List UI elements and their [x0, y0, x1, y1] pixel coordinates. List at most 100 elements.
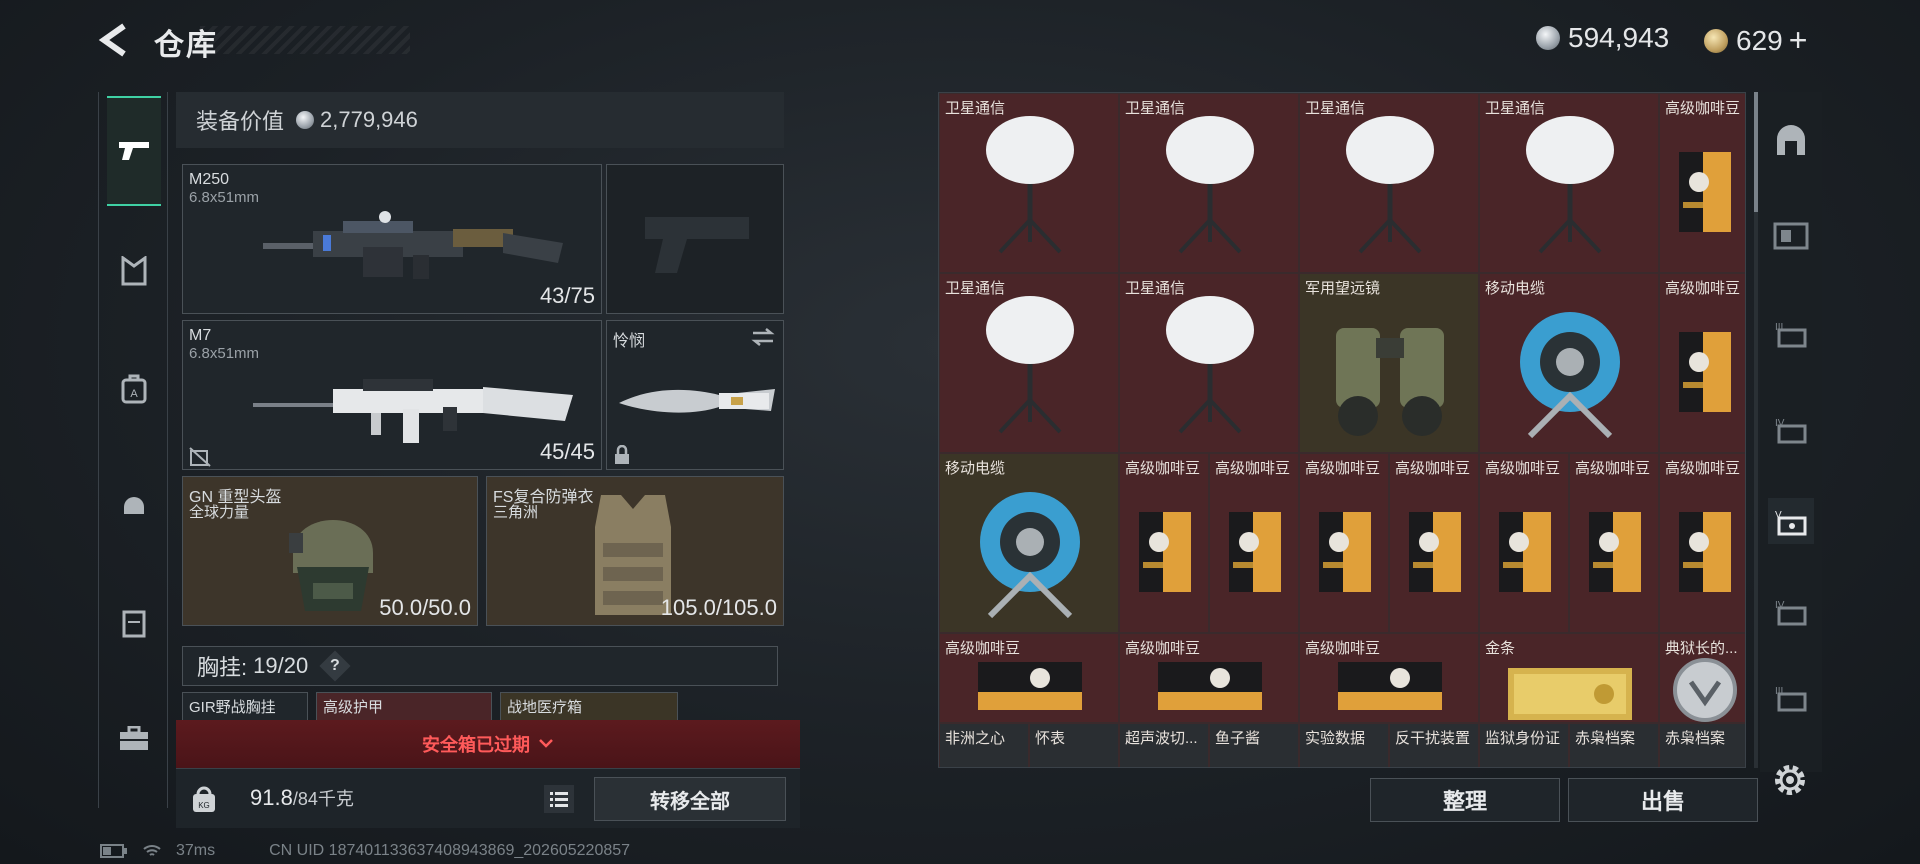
primary-weapon-slot[interactable]: M250 6.8x51mm 43/75	[182, 164, 602, 314]
help-button[interactable]: ?	[319, 650, 351, 682]
inventory-item[interactable]: 高级咖啡豆	[1299, 633, 1479, 723]
current-weight: 91.8	[250, 785, 293, 810]
inventory-item[interactable]: 卫星通信	[1119, 93, 1299, 273]
inventory-item[interactable]: 高级咖啡豆	[1659, 273, 1745, 453]
tab-storage-2[interactable]	[1768, 212, 1814, 258]
melee-slot[interactable]: 怜悯	[606, 320, 784, 470]
sidearm-slot-empty[interactable]	[606, 164, 784, 314]
inventory-item[interactable]: 高级咖啡豆	[1119, 453, 1209, 633]
item-name: 金条	[1485, 640, 1516, 657]
inventory-item[interactable]: 移动电缆	[939, 453, 1119, 633]
tab-storage-5[interactable]: V	[1768, 498, 1814, 544]
transfer-all-button[interactable]: 转移全部	[594, 777, 786, 821]
sell-button[interactable]: 出售	[1568, 778, 1758, 822]
top-bar: 仓库 594,943 629 +	[0, 0, 1920, 80]
nav-weapons[interactable]	[107, 96, 161, 206]
coffee-bag-icon	[1319, 512, 1371, 592]
item-name: 高级咖啡豆	[1215, 460, 1291, 477]
item-name: 移动电缆	[945, 460, 1006, 477]
armor-slot[interactable]: FS复合防弹衣 三角洲 105.0/105.0	[486, 476, 784, 626]
inventory-item[interactable]: 超声波切...	[1119, 723, 1209, 767]
inventory-item[interactable]: 非洲之心	[939, 723, 1029, 767]
inventory-item[interactable]: 高级咖啡豆	[939, 633, 1119, 723]
item-name: 鱼子酱	[1215, 730, 1261, 747]
inventory-item[interactable]: 高级咖啡豆	[1569, 453, 1659, 633]
inventory-item[interactable]: 高级咖啡豆	[1659, 93, 1745, 273]
helmet-slot[interactable]: GN 重型头盔 全球力量 50.0/50.0	[182, 476, 478, 626]
inventory-item[interactable]: 移动电缆	[1479, 273, 1659, 453]
inventory-item[interactable]: 典狱长的...	[1659, 633, 1745, 723]
storage-tabs: III IV V IV III	[1760, 92, 1822, 772]
settings-gear-icon[interactable]	[1770, 760, 1810, 800]
item-name: 高级咖啡豆	[1305, 640, 1381, 657]
inventory-item[interactable]: 高级咖啡豆	[1659, 453, 1745, 633]
sort-button[interactable]: 整理	[1370, 778, 1560, 822]
scroll-thumb[interactable]	[1754, 92, 1758, 212]
backpack-icon: A	[121, 374, 147, 404]
item-name: 高级咖啡豆	[1665, 280, 1741, 297]
inventory-scrollbar[interactable]	[1754, 92, 1758, 768]
inventory-item[interactable]: 卫星通信	[1299, 93, 1479, 273]
item-name: 卫星通信	[945, 100, 1006, 117]
inventory-item[interactable]: 监狱身份证	[1479, 723, 1569, 767]
secondary-weapon-slot[interactable]: M7 6.8x51mm 45/45	[182, 320, 602, 470]
inventory-item[interactable]: 反干扰装置	[1389, 723, 1479, 767]
satellite-dish-icon	[1526, 116, 1614, 254]
nav-case[interactable]	[107, 712, 161, 766]
left-nav: A	[98, 92, 168, 808]
lock-icon	[615, 445, 629, 464]
tab-storage-6[interactable]: IV	[1768, 588, 1814, 634]
inventory-item[interactable]: 高级咖啡豆	[1209, 453, 1299, 633]
inventory-item[interactable]: 高级咖啡豆	[1299, 453, 1389, 633]
nav-backpack[interactable]: A	[107, 362, 161, 416]
nav-helmet[interactable]	[107, 480, 161, 534]
safe-box-expired-banner[interactable]: 安全箱已过期	[176, 720, 800, 768]
inventory-item[interactable]: 赤枭档案	[1569, 723, 1659, 767]
item-name: 高级咖啡豆	[1395, 460, 1471, 477]
helmet-durability: 50.0/50.0	[379, 595, 471, 620]
inventory-item[interactable]: 怀表	[1029, 723, 1119, 767]
tab-storage-main[interactable]	[1768, 118, 1814, 164]
inventory-item[interactable]: 高级咖啡豆	[1479, 453, 1569, 633]
armor-faction: 三角洲	[493, 504, 539, 521]
inventory-item[interactable]: 卫星通信	[939, 273, 1119, 453]
inventory-item[interactable]: 卫星通信	[1119, 273, 1299, 453]
inventory-item[interactable]: 金条	[1479, 633, 1659, 723]
gold-coin-icon	[1704, 28, 1728, 53]
satellite-dish-icon	[1346, 116, 1434, 254]
inventory-item[interactable]: 军用望远镜	[1299, 273, 1479, 453]
wifi-icon	[143, 845, 161, 856]
item-name: 实验数据	[1305, 730, 1366, 747]
tab-storage-4[interactable]: IV	[1768, 406, 1814, 452]
chest-rig-label: 胸挂:	[197, 655, 248, 680]
item-name: 高级咖啡豆	[1665, 100, 1741, 117]
inventory-item[interactable]: 高级咖啡豆	[1389, 453, 1479, 633]
back-arrow-icon[interactable]	[96, 20, 132, 60]
inventory-item[interactable]: 高级咖啡豆	[1119, 633, 1299, 723]
tab-storage-7[interactable]: III	[1768, 674, 1814, 720]
safe-box-text: 安全箱已过期	[422, 735, 530, 755]
satellite-dish-icon	[1166, 296, 1254, 434]
list-view-button[interactable]	[544, 785, 574, 813]
coffee-bag-icon	[1499, 512, 1551, 592]
briefcase-icon	[120, 726, 148, 750]
inventory-item[interactable]: 卫星通信	[1479, 93, 1659, 273]
weight-icon[interactable]: KG	[190, 784, 218, 814]
inventory-item[interactable]: 赤枭档案	[1659, 723, 1745, 767]
nav-chest-rig[interactable]	[107, 244, 161, 298]
weapon-ammo: 45/45	[539, 439, 595, 464]
storage-v-icon: V	[1775, 510, 1807, 536]
inventory-item[interactable]: 卫星通信	[939, 93, 1119, 273]
satellite-dish-icon	[1166, 116, 1254, 254]
swap-icon[interactable]	[751, 327, 775, 347]
add-currency-button[interactable]: +	[1789, 22, 1808, 59]
item-name: 卫星通信	[1305, 100, 1366, 117]
inventory-item[interactable]: 鱼子酱	[1209, 723, 1299, 767]
storage-iii-icon: III	[1775, 322, 1807, 348]
inventory-item[interactable]: 实验数据	[1299, 723, 1389, 767]
item-name: 高级咖啡豆	[1665, 460, 1741, 477]
tab-storage-3[interactable]: III	[1768, 310, 1814, 356]
equipment-panel: 装备价值 2,779,946 M250 6.8x51mm 43/75 M7 6.…	[176, 92, 800, 828]
item-name: 监狱身份证	[1485, 730, 1561, 747]
nav-pouch[interactable]	[107, 596, 161, 650]
